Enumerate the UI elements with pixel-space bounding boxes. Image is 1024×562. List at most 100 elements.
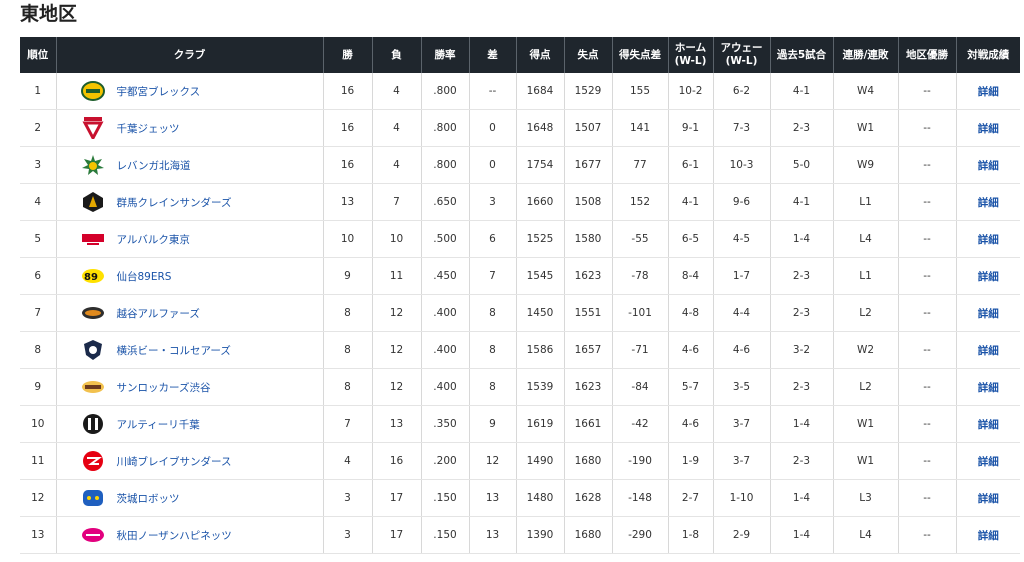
club-link[interactable]: 茨城ロボッツ [117, 491, 180, 506]
detail-link[interactable]: 詳細 [978, 345, 999, 357]
club-link[interactable]: 秋田ノーザンハピネッツ [117, 528, 232, 543]
point-diff-cell: 141 [612, 109, 669, 147]
win-pct-cell: .800 [421, 109, 470, 147]
points-for-cell: 1490 [516, 442, 565, 480]
club-link[interactable]: 群馬クレインサンダーズ [117, 195, 232, 210]
club-link[interactable]: サンロッカーズ渋谷 [117, 380, 211, 395]
brex-logo-icon [80, 80, 105, 102]
losses-cell: 7 [372, 183, 422, 221]
rank-cell: 9 [20, 368, 57, 406]
wins-cell: 3 [323, 516, 373, 554]
win-pct-cell: .800 [421, 73, 470, 110]
head-to-head-cell: 詳細 [956, 257, 1020, 295]
away-record-cell: 9-6 [713, 183, 771, 221]
last5-cell: 1-4 [770, 220, 834, 258]
club-link[interactable]: 横浜ビー・コルセアーズ [117, 343, 231, 358]
points-against-cell: 1680 [564, 516, 613, 554]
detail-link[interactable]: 詳細 [978, 530, 999, 542]
point-diff-cell: -78 [612, 257, 669, 295]
club-link[interactable]: レバンガ北海道 [117, 158, 191, 173]
away-record-cell: 6-2 [713, 73, 771, 110]
altiri-logo-icon [81, 413, 105, 435]
club-link[interactable]: 仙台89ERS [117, 269, 172, 284]
clinch-cell: -- [898, 405, 957, 443]
head-to-head-cell: 詳細 [956, 405, 1020, 443]
club-cell: 群馬クレインサンダーズ [56, 183, 324, 221]
header-away-line1: アウェー [720, 42, 763, 54]
streak-cell: L1 [833, 183, 899, 221]
club-link[interactable]: 越谷アルファーズ [117, 306, 200, 321]
table-body: 1 宇都宮ブレックス 16 4.800 -- 1684 1529 155 10-2 6-2 4-1 W… [20, 73, 1020, 554]
points-against-cell: 1677 [564, 146, 613, 184]
club-wrap: 川崎ブレイブサンダース [57, 450, 323, 472]
club-link[interactable]: 川崎ブレイブサンダース [117, 454, 232, 469]
points-against-cell: 1623 [564, 257, 613, 295]
win-pct-cell: .350 [421, 405, 470, 443]
win-pct-cell: .400 [421, 368, 470, 406]
clinch-cell: -- [898, 109, 957, 147]
rank-cell: 11 [20, 442, 57, 480]
points-for-cell: 1480 [516, 479, 565, 517]
win-pct-cell: .500 [421, 220, 470, 258]
head-to-head-cell: 詳細 [956, 442, 1020, 480]
detail-link[interactable]: 詳細 [978, 86, 999, 98]
losses-cell: 12 [372, 368, 422, 406]
losses-cell: 17 [372, 479, 422, 517]
home-record-cell: 8-4 [668, 257, 714, 295]
win-pct-cell: .650 [421, 183, 470, 221]
clinch-cell: -- [898, 516, 957, 554]
header-losses: 負 [371, 37, 421, 73]
detail-link[interactable]: 詳細 [978, 419, 999, 431]
club-link[interactable]: 千葉ジェッツ [117, 121, 180, 136]
detail-link[interactable]: 詳細 [978, 271, 999, 283]
losses-cell: 4 [372, 73, 422, 110]
streak-cell: L2 [833, 368, 899, 406]
points-against-cell: 1580 [564, 220, 613, 258]
club-wrap: 宇都宮ブレックス [57, 80, 323, 102]
club-wrap: 茨城ロボッツ [57, 487, 323, 509]
table-row: 4 群馬クレインサンダーズ 13 7.650 3 1660 1508 152 4-1 9-6 4-1… [20, 183, 1020, 221]
streak-cell: L4 [833, 220, 899, 258]
header-clinch: 地区優勝 [897, 37, 956, 73]
home-record-cell: 2-7 [668, 479, 714, 517]
club-link[interactable]: アルティーリ千葉 [117, 417, 200, 432]
table-row: 1 宇都宮ブレックス 16 4.800 -- 1684 1529 155 10-2 6-2 4-1 W… [20, 73, 1020, 110]
games-behind-cell: 13 [469, 516, 517, 554]
wins-cell: 16 [323, 146, 373, 184]
club-cell: 89 仙台89ERS [56, 257, 324, 295]
away-record-cell: 3-5 [713, 368, 771, 406]
wins-cell: 4 [323, 442, 373, 480]
club-link[interactable]: アルバルク東京 [117, 232, 190, 247]
points-for-cell: 1660 [516, 183, 565, 221]
rank-cell: 3 [20, 146, 57, 184]
away-record-cell: 10-3 [713, 146, 771, 184]
header-last5: 過去5試合 [769, 37, 833, 73]
win-pct-cell: .400 [421, 294, 470, 332]
clinch-cell: -- [898, 220, 957, 258]
detail-link[interactable]: 詳細 [978, 493, 999, 505]
rank-cell: 2 [20, 109, 57, 147]
losses-cell: 4 [372, 109, 422, 147]
rank-cell: 10 [20, 405, 57, 443]
levanga-logo-icon [81, 154, 105, 176]
away-record-cell: 4-4 [713, 294, 771, 332]
clinch-cell: -- [898, 183, 957, 221]
table-row: 10 アルティーリ千葉 7 13.350 9 1619 1661 -42 4-6 3-7 1-4 W1… [20, 405, 1020, 443]
detail-link[interactable]: 詳細 [978, 123, 999, 135]
table-row: 8 横浜ビー・コルセアーズ 8 12.400 8 1586 1657 -71 4-6 4-6 3-2… [20, 331, 1020, 369]
head-to-head-cell: 詳細 [956, 516, 1020, 554]
losses-cell: 12 [372, 294, 422, 332]
club-link[interactable]: 宇都宮ブレックス [117, 84, 201, 99]
table-row: 9 サンロッカーズ渋谷 8 12.400 8 1539 1623 -84 5-7 3-5 2-3 L2… [20, 368, 1020, 406]
detail-link[interactable]: 詳細 [978, 456, 999, 468]
games-behind-cell: 8 [469, 294, 517, 332]
detail-link[interactable]: 詳細 [978, 308, 999, 320]
wins-cell: 16 [323, 73, 373, 110]
detail-link[interactable]: 詳細 [978, 160, 999, 172]
head-to-head-cell: 詳細 [956, 220, 1020, 258]
detail-link[interactable]: 詳細 [978, 382, 999, 394]
points-against-cell: 1657 [564, 331, 613, 369]
detail-link[interactable]: 詳細 [978, 234, 999, 246]
detail-link[interactable]: 詳細 [978, 197, 999, 209]
last5-cell: 2-3 [770, 109, 834, 147]
